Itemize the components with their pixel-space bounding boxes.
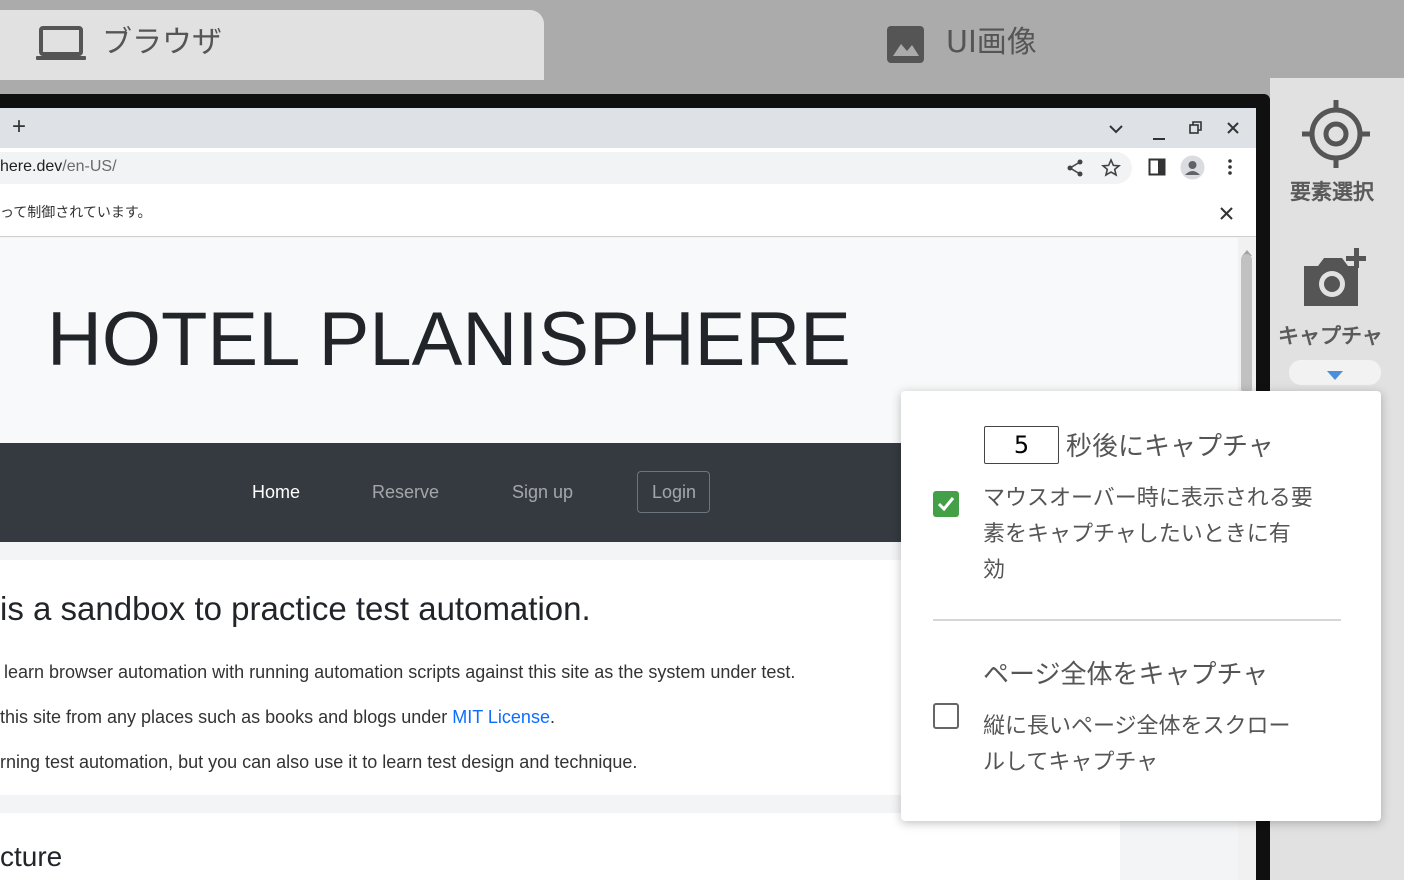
select-element-button[interactable]: 要素選択 — [1280, 98, 1392, 208]
full-desc-line: 縦に長いページ全体をスクロー — [983, 714, 1291, 739]
nav-login-label: Login — [652, 482, 697, 502]
full-desc-line: ルしてキャプチャ — [983, 750, 1159, 775]
restore-icon[interactable] — [1189, 120, 1203, 139]
url-path: /en-US/ — [62, 158, 117, 175]
p2-text-before: this site from any places such as books … — [0, 707, 453, 727]
infobar-close-icon[interactable] — [1220, 205, 1233, 224]
capture-button[interactable]: キャプチャ — [1276, 246, 1396, 352]
kebab-menu-icon[interactable] — [1227, 158, 1233, 180]
laptop-icon — [36, 26, 86, 62]
popup-divider — [933, 619, 1341, 621]
url-host: here.dev — [0, 158, 63, 175]
camera-add-icon — [1300, 248, 1370, 312]
scroll-thumb[interactable] — [1241, 254, 1252, 394]
side-panel-icon[interactable] — [1148, 158, 1166, 180]
nav-signup-link[interactable]: Sign up — [512, 482, 573, 503]
nav-reserve-link[interactable]: Reserve — [372, 482, 439, 503]
url-input[interactable]: here.dev/en-US/ — [0, 152, 1132, 184]
hover-desc-line: 効 — [983, 558, 1006, 583]
intro-paragraph-1: learn browser automation with running au… — [4, 662, 796, 682]
capture-delay-label: 秒後にキャプチャ — [1066, 432, 1274, 462]
tab-browser-label: ブラウザ — [102, 25, 222, 60]
select-element-label: 要素選択 — [1290, 180, 1374, 204]
tab-ui-image-label: UI画像 — [946, 25, 1037, 60]
full-page-capture-checkbox[interactable] — [933, 703, 959, 729]
minimize-icon[interactable] — [1152, 126, 1166, 145]
url-text: here.dev/en-US/ — [0, 158, 117, 176]
infobar-text: って制御されています。 — [0, 205, 152, 221]
intro-paragraph-3: rning test automation, but you can also … — [0, 752, 638, 772]
intro-paragraph-2: this site from any places such as books … — [0, 707, 555, 728]
profile-avatar-icon[interactable] — [1180, 155, 1205, 184]
structure-heading: cture — [0, 841, 63, 872]
capture-delay-input[interactable] — [984, 426, 1059, 464]
full-page-capture-title: ページ全体をキャプチャ — [983, 660, 1269, 690]
hover-desc-line: マウスオーバー時に表示される要 — [983, 486, 1313, 511]
mit-license-link[interactable]: MIT License — [452, 707, 550, 727]
capture-label: キャプチャ — [1278, 324, 1383, 348]
structure-card: cture — [0, 813, 1120, 880]
p2-text-after: . — [549, 707, 555, 727]
star-icon[interactable] — [1100, 158, 1122, 182]
crosshair-icon — [1302, 100, 1370, 168]
new-tab-button[interactable]: + — [12, 113, 26, 141]
site-title: HOTEL PLANISPHERE — [47, 297, 851, 382]
automation-infobar: って制御されています。 — [0, 188, 1256, 237]
share-icon[interactable] — [1066, 159, 1084, 181]
nav-home-link[interactable]: Home — [252, 482, 300, 503]
tab-ui-image[interactable]: UI画像 — [544, 0, 1404, 78]
full-page-capture-description: 縦に長いページ全体をスクロー ルしてキャプチャ — [983, 709, 1353, 781]
nav-login-button[interactable]: Login — [637, 471, 710, 513]
hover-desc-line: 素をキャプチャしたいときに有 — [983, 522, 1291, 547]
hover-capture-description: マウスオーバー時に表示される要 素をキャプチャしたいときに有 効 — [983, 481, 1353, 589]
checkmark-icon — [937, 496, 955, 516]
image-icon — [887, 26, 924, 63]
tab-browser[interactable]: ブラウザ — [0, 10, 544, 80]
close-window-icon[interactable] — [1226, 120, 1240, 139]
caret-down-icon — [1327, 366, 1343, 380]
capture-options-toggle[interactable] — [1289, 360, 1381, 385]
chevron-down-icon[interactable] — [1108, 120, 1124, 139]
hover-capture-checkbox[interactable] — [933, 491, 959, 517]
chrome-tab-bar: + — [0, 108, 1256, 148]
intro-heading: is a sandbox to practice test automation… — [0, 590, 591, 627]
